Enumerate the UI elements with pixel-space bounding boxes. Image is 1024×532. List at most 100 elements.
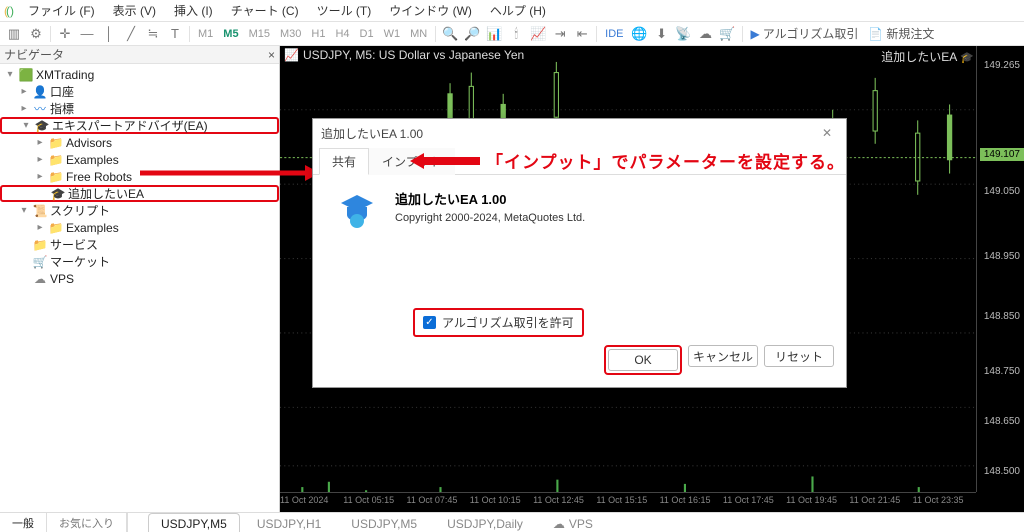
menu-tools[interactable]: ツール (T) (309, 0, 380, 22)
chart-title-bar: 📈 USDJPY, M5: US Dollar vs Japanese Yen (284, 48, 524, 62)
tab-share[interactable]: 共有 (319, 148, 369, 175)
folder-icon: 📁 (49, 153, 63, 167)
dialog-titlebar[interactable]: 追加したいEA 1.00 ✕ (313, 119, 846, 147)
tree-root-label: XMTrading (36, 68, 94, 82)
indicator-icon: 〰 (33, 100, 47, 117)
cancel-button[interactable]: キャンセル (688, 345, 758, 367)
tree-script-folder[interactable]: ▸📁Examples (0, 219, 279, 236)
ok-button[interactable]: OK (608, 349, 678, 371)
expand-icon[interactable]: ▾ (20, 120, 32, 131)
hline-icon[interactable]: — (77, 24, 97, 44)
zoom-out-icon[interactable]: 🔎 (462, 24, 482, 44)
menu-insert[interactable]: 挿入 (I) (166, 0, 221, 22)
expand-icon[interactable]: ▸ (18, 103, 30, 114)
ide-button[interactable]: IDE (601, 26, 627, 42)
tree-accounts[interactable]: ▸ 👤 口座 (0, 83, 279, 100)
service-icon: 📁 (33, 238, 47, 252)
tf-mn[interactable]: MN (406, 26, 431, 42)
tf-m1[interactable]: M1 (194, 26, 217, 42)
expand-icon[interactable]: ▸ (18, 86, 30, 97)
menu-window[interactable]: ウインドウ (W) (381, 0, 480, 22)
time-tick: 11 Oct 15:15 (596, 493, 659, 512)
ea-copyright: Copyright 2000-2024, MetaQuotes Ltd. (395, 212, 585, 224)
chart-tab[interactable]: USDJPY,Daily (434, 513, 536, 532)
expand-icon[interactable]: ▾ (4, 69, 16, 80)
download-icon[interactable]: ⬇ (652, 24, 672, 44)
tree-root[interactable]: ▾ 🟩 XMTrading (0, 66, 279, 83)
menu-view[interactable]: 表示 (V) (105, 0, 164, 22)
price-tick: 149.265 (984, 60, 1020, 71)
time-axis: 11 Oct 2024 11 Oct 05:15 11 Oct 07:45 11… (280, 492, 976, 512)
shift-icon[interactable]: ⇤ (572, 24, 592, 44)
price-tick: 148.500 (984, 466, 1020, 477)
tree-ea-folder[interactable]: ▸📁Advisors (0, 134, 279, 151)
signal-icon[interactable]: 📡 (674, 24, 694, 44)
bars-icon[interactable]: 📊 (484, 24, 504, 44)
tree-expert-advisors[interactable]: ▾ 🎓 エキスパートアドバイザ(EA) (0, 117, 279, 134)
trendline-icon[interactable]: ╱ (121, 24, 141, 44)
btm-tab-fav[interactable]: お気に入り (47, 513, 127, 532)
chart-tab[interactable]: USDJPY,H1 (244, 513, 334, 532)
tf-h1[interactable]: H1 (307, 26, 329, 42)
tf-m5[interactable]: M5 (219, 26, 242, 42)
price-axis: 149.265 149.107 149.050 148.950 148.850 … (976, 46, 1024, 492)
tf-d1[interactable]: D1 (356, 26, 378, 42)
cross-icon[interactable]: ✛ (55, 24, 75, 44)
reset-button[interactable]: リセット (764, 345, 834, 367)
expand-icon[interactable]: ▸ (34, 171, 46, 182)
tree-scripts[interactable]: ▾📜スクリプト (0, 202, 279, 219)
chart-tab-vps[interactable]: ☁VPS (540, 513, 606, 532)
svg-text:(: ( (4, 4, 8, 18)
folder-icon: 📁 (49, 170, 63, 184)
chart-tab[interactable]: USDJPY,M5 (148, 513, 240, 532)
tree-label: 口座 (50, 83, 74, 100)
tree-label: Examples (66, 153, 119, 167)
chart-title: USDJPY, M5: US Dollar vs Japanese Yen (303, 48, 524, 62)
text-icon[interactable]: T (165, 24, 185, 44)
menu-file[interactable]: ファイル (F) (20, 0, 103, 22)
allow-algo-label: アルゴリズム取引を許可 (442, 314, 574, 331)
menu-chart[interactable]: チャート (C) (223, 0, 307, 22)
folder-icon: 📁 (49, 136, 63, 150)
tree-label: Examples (66, 221, 119, 235)
settings-icon[interactable]: ⚙ (26, 24, 46, 44)
chart-tab[interactable]: USDJPY,M5 (338, 513, 430, 532)
vline-icon[interactable]: │ (99, 24, 119, 44)
expand-icon[interactable]: ▾ (18, 205, 30, 216)
tf-m15[interactable]: M15 (245, 26, 274, 42)
algo-trading-button[interactable]: ▶アルゴリズム取引 (747, 23, 863, 44)
depth-icon[interactable]: 📈 (528, 24, 548, 44)
tf-m30[interactable]: M30 (276, 26, 305, 42)
tree-vps[interactable]: ☁VPS (0, 270, 279, 287)
cart-icon[interactable]: 🛒 (718, 24, 738, 44)
new-order-button[interactable]: 📄新規注文 (864, 23, 938, 44)
tree-ea-target[interactable]: 🎓追加したいEA (0, 185, 279, 202)
new-order-label: 新規注文 (886, 25, 934, 42)
mql-cloud-icon[interactable]: 🌐 (630, 24, 650, 44)
new-chart-icon[interactable]: ▥ (4, 24, 24, 44)
expand-icon[interactable]: ▸ (34, 137, 46, 148)
zoom-in-icon[interactable]: 🔍 (440, 24, 460, 44)
close-icon[interactable]: ✕ (816, 124, 838, 142)
tree-services[interactable]: 📁サービス (0, 236, 279, 253)
menu-help[interactable]: ヘルプ (H) (482, 0, 554, 22)
cloud-icon[interactable]: ☁ (696, 24, 716, 44)
script-icon: 📜 (33, 204, 47, 218)
tf-h4[interactable]: H4 (331, 26, 353, 42)
scroll-icon[interactable]: ⇥ (550, 24, 570, 44)
candle-icon[interactable]: 🕯 (506, 24, 526, 44)
fib-icon[interactable]: ≒ (143, 24, 163, 44)
tf-w1[interactable]: W1 (380, 26, 405, 42)
expand-icon[interactable]: ▸ (34, 222, 46, 233)
expand-icon[interactable]: ▸ (34, 154, 46, 165)
price-tick: 148.650 (984, 416, 1020, 427)
time-tick: 11 Oct 23:35 (913, 493, 976, 512)
allow-algo-checkbox[interactable]: ✓ アルゴリズム取引を許可 (423, 314, 574, 331)
tree-indicators[interactable]: ▸ 〰 指標 (0, 100, 279, 117)
chart-symbol-icon: 📈 (284, 48, 299, 62)
tree-market[interactable]: 🛒マーケット (0, 253, 279, 270)
btm-tab-general[interactable]: 一般 (0, 513, 47, 532)
bottom-bar: 一般 お気に入り USDJPY,M5 USDJPY,H1 USDJPY,M5 U… (0, 512, 1024, 532)
navigator-panel: ナビゲータ × ▾ 🟩 XMTrading ▸ 👤 口座 ▸ 〰 指標 ▾ 🎓 (0, 46, 280, 512)
close-icon[interactable]: × (268, 48, 275, 62)
